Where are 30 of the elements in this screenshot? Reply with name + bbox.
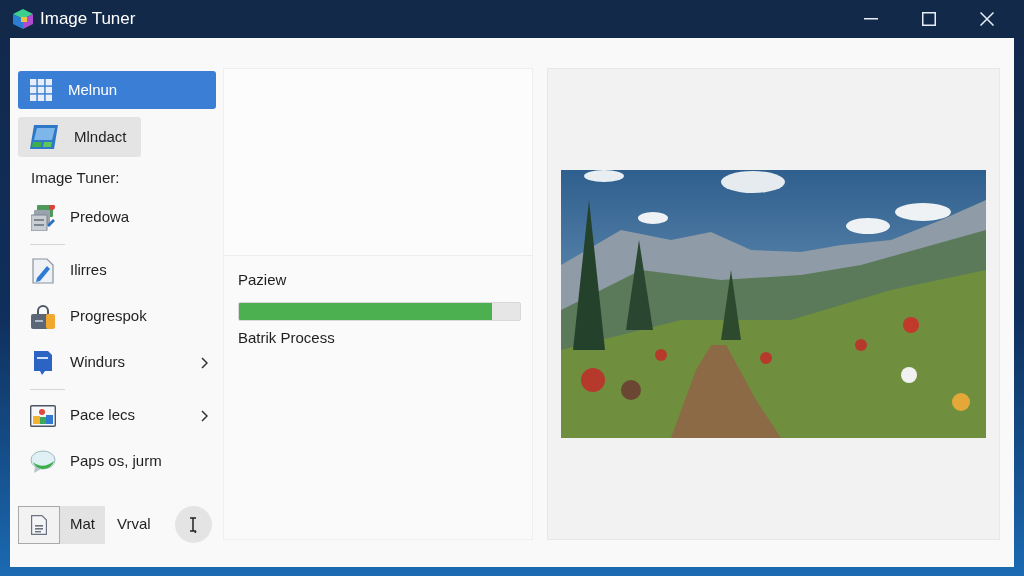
- status-text: Batrik Process: [238, 327, 336, 348]
- text-cursor-button[interactable]: [175, 506, 212, 543]
- close-icon: [980, 12, 994, 26]
- picture-icon: [30, 404, 56, 427]
- padlock-icon: [31, 304, 55, 329]
- app-window-icon: [30, 125, 58, 149]
- sidebar-item[interactable]: Paps os, jurm: [18, 438, 216, 485]
- sidebar-item[interactable]: Ilirres: [18, 247, 216, 294]
- text-cursor-icon: [189, 516, 198, 533]
- document-icon: [31, 514, 47, 535]
- section-title: Image Tuner:: [30, 168, 121, 188]
- sidebar-item[interactable]: Mlndact: [18, 117, 141, 157]
- minimize-icon: [864, 18, 878, 20]
- preview-label: Paziew: [238, 270, 288, 290]
- sidebar-item[interactable]: Progrespok: [18, 293, 216, 340]
- mode-button[interactable]: Vrval: [107, 505, 161, 544]
- mode-button[interactable]: Mat: [60, 505, 105, 544]
- sidebar-item[interactable]: Predowa: [18, 194, 216, 241]
- cube-icon: [12, 8, 34, 30]
- sidebar-item[interactable]: Melnun: [18, 71, 216, 109]
- book-icon: [33, 349, 53, 376]
- maximize-icon: [922, 12, 936, 26]
- document-stack-icon: [31, 204, 55, 231]
- window-title: Image Tuner: [40, 8, 136, 31]
- chat-bubble-icon: [30, 449, 56, 474]
- pen-document-icon: [32, 257, 54, 284]
- document-button[interactable]: [18, 505, 60, 544]
- sidebar-item[interactable]: Windurs: [18, 339, 216, 386]
- grid-icon: [30, 79, 52, 101]
- sidebar-item[interactable]: Pace lecs: [18, 392, 216, 439]
